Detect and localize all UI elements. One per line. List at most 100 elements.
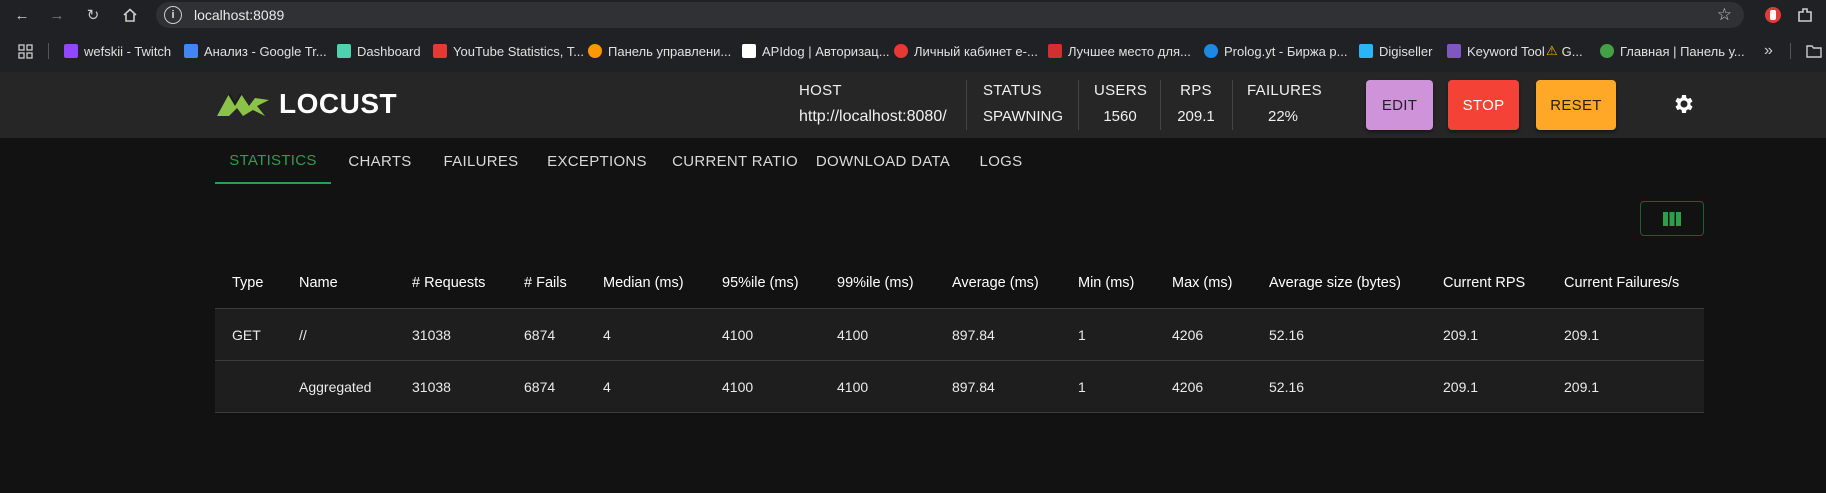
- adobe-icon: [1048, 44, 1062, 58]
- statistics-table: Type Name # Requests # Fails Median (ms)…: [215, 258, 1704, 413]
- failures-label: FAILURES: [1247, 82, 1322, 99]
- view-columns-icon: [1663, 211, 1681, 226]
- col-fails-header[interactable]: # Fails: [524, 258, 567, 308]
- cell-median: 4: [603, 326, 611, 343]
- col-requests-header[interactable]: # Requests: [412, 258, 485, 308]
- bookmark-item[interactable]: Keyword Tool: [1447, 30, 1545, 72]
- extensions-puzzle-icon[interactable]: [1796, 6, 1814, 24]
- bookmark-label: Панель управлени...: [608, 43, 732, 59]
- browser-toolbar: ← → ↻ i localhost:8089 ☆: [0, 0, 1826, 30]
- bookmark-item[interactable]: Анализ - Google Tr...: [184, 30, 327, 72]
- cell-type: GET: [232, 326, 261, 343]
- youtube-stats-icon: [433, 44, 447, 58]
- bookmark-label: Личный кабинет е-...: [914, 43, 1038, 59]
- bookmarks-bar: wefskii - Twitch Анализ - Google Tr... D…: [0, 30, 1826, 72]
- col-current-failures-header[interactable]: Current Failures/s: [1564, 258, 1679, 308]
- col-95ile-header[interactable]: 95%ile (ms): [722, 258, 799, 308]
- col-avg-size-header[interactable]: Average size (bytes): [1269, 258, 1401, 308]
- bookmark-item[interactable]: Лучшее место для...: [1048, 30, 1191, 72]
- app-header: LOCUST HOST http://localhost:8080/ STATU…: [0, 72, 1826, 138]
- cell-avg-size: 52.16: [1269, 378, 1305, 395]
- host-value: http://localhost:8080/: [799, 108, 947, 125]
- twitch-icon: [64, 44, 78, 58]
- table-row-aggregated: Aggregated 31038 6874 4 4100 4100 897.84…: [215, 361, 1704, 413]
- col-99ile-header[interactable]: 99%ile (ms): [837, 258, 914, 308]
- bookmark-item[interactable]: Prolog.yt - Биржа р...: [1204, 30, 1347, 72]
- prolog-icon: [1204, 44, 1218, 58]
- status-block: STATUS SPAWNING: [983, 82, 1063, 130]
- address-url[interactable]: localhost:8089: [194, 7, 284, 23]
- col-median-header[interactable]: Median (ms): [603, 258, 684, 308]
- bookmark-label: Keyword Tool: [1467, 43, 1545, 59]
- reset-button[interactable]: RESET: [1536, 80, 1616, 130]
- bookmark-item[interactable]: YouTube Statistics, T...: [433, 30, 584, 72]
- extension-icon[interactable]: [1764, 6, 1782, 24]
- tab-statistics[interactable]: STATISTICS: [215, 138, 331, 184]
- bookmark-item[interactable]: Личный кабинет е-...: [894, 30, 1038, 72]
- cell-95ile: 4100: [722, 378, 754, 395]
- bookmark-item[interactable]: Главная | Панель у...: [1600, 30, 1745, 72]
- col-current-rps-header[interactable]: Current RPS: [1443, 258, 1525, 308]
- cell-max: 4206: [1172, 326, 1204, 343]
- stop-button[interactable]: STOP: [1448, 80, 1519, 130]
- main-panel-icon: [1600, 44, 1614, 58]
- cell-current-failures: 209.1: [1564, 378, 1600, 395]
- col-min-header[interactable]: Min (ms): [1078, 258, 1134, 308]
- col-max-header[interactable]: Max (ms): [1172, 258, 1232, 308]
- address-bar[interactable]: i localhost:8089 ☆: [156, 2, 1744, 28]
- cell-name: Aggregated: [299, 378, 372, 395]
- cell-99ile: 4100: [837, 378, 869, 395]
- rps-block: RPS 209.1: [1173, 82, 1219, 130]
- cell-current-rps: 209.1: [1443, 378, 1479, 395]
- keyword-tool-icon: [1447, 44, 1461, 58]
- cell-min: 1: [1078, 378, 1086, 395]
- cell-current-rps: 209.1: [1443, 326, 1479, 343]
- bookmark-label: Dashboard: [357, 43, 421, 59]
- tab-download-data[interactable]: DOWNLOAD DATA: [809, 138, 957, 184]
- bookmark-item[interactable]: Панель управлени...: [588, 30, 731, 72]
- back-icon[interactable]: ←: [12, 5, 32, 25]
- edit-button[interactable]: EDIT: [1366, 80, 1433, 130]
- reload-icon[interactable]: ↻: [83, 5, 103, 25]
- more-bookmarks-icon[interactable]: »: [1764, 30, 1773, 72]
- divider: [966, 80, 967, 130]
- bookmark-item[interactable]: ⚠ G...: [1546, 30, 1583, 72]
- bookmark-item[interactable]: Dashboard: [337, 30, 421, 72]
- bookmark-label: Digiseller: [1379, 43, 1433, 59]
- bookmark-label: Анализ - Google Tr...: [204, 43, 327, 59]
- apidog-icon: [742, 44, 756, 58]
- cell-average: 897.84: [952, 378, 995, 395]
- bookmark-label: Лучшее место для...: [1068, 43, 1191, 59]
- col-name-header[interactable]: Name: [299, 258, 338, 308]
- apps-grid-icon[interactable]: [18, 30, 33, 72]
- site-info-icon[interactable]: i: [164, 6, 182, 24]
- tab-charts[interactable]: CHARTS: [331, 138, 429, 184]
- col-type-header[interactable]: Type: [232, 258, 263, 308]
- bookmark-item[interactable]: APIdog | Авторизац...: [742, 30, 890, 72]
- table-header-row: Type Name # Requests # Fails Median (ms)…: [215, 258, 1704, 309]
- folder-icon[interactable]: [1806, 30, 1822, 72]
- theme-settings-gear-icon[interactable]: [1672, 92, 1696, 116]
- failures-block: FAILURES 22%: [1247, 82, 1322, 130]
- divider: [1232, 80, 1233, 130]
- bookmark-item[interactable]: wefskii - Twitch: [64, 30, 171, 72]
- tab-failures[interactable]: FAILURES: [429, 138, 533, 184]
- status-label: STATUS: [983, 82, 1042, 99]
- table-row: GET // 31038 6874 4 4100 4100 897.84 1 4…: [215, 309, 1704, 361]
- column-selector-button[interactable]: [1640, 201, 1704, 236]
- tab-logs[interactable]: LOGS: [957, 138, 1045, 184]
- tab-current-ratio[interactable]: CURRENT RATIO: [661, 138, 809, 184]
- bookmark-star-icon[interactable]: ☆: [1717, 5, 1732, 25]
- bookmark-label: Главная | Панель у...: [1620, 43, 1745, 59]
- cell-name: //: [299, 326, 307, 343]
- col-average-header[interactable]: Average (ms): [952, 258, 1039, 308]
- bookmark-item[interactable]: Digiseller: [1359, 30, 1432, 72]
- tab-exceptions[interactable]: EXCEPTIONS: [533, 138, 661, 184]
- rps-value: 209.1: [1177, 108, 1215, 125]
- users-value: 1560: [1103, 108, 1137, 125]
- rps-label: RPS: [1180, 82, 1212, 99]
- forward-icon[interactable]: →: [47, 5, 67, 25]
- cell-max: 4206: [1172, 378, 1204, 395]
- home-icon[interactable]: [120, 5, 140, 25]
- cabinet-icon: [894, 44, 908, 58]
